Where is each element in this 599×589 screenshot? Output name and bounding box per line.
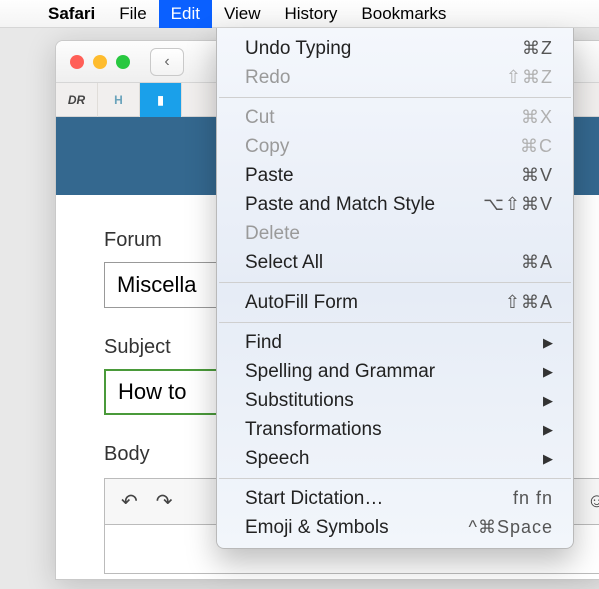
menu-item-shortcut: ⇧⌘Z (506, 67, 553, 88)
menu-item-shortcut: fn fn (513, 488, 553, 509)
menu-separator (219, 478, 571, 479)
menu-item-shortcut: ^⌘Space (469, 517, 553, 538)
minimize-button[interactable] (93, 55, 107, 69)
maximize-button[interactable] (116, 55, 130, 69)
menu-item-label: Spelling and Grammar (245, 361, 435, 383)
menu-item-transformations[interactable]: Transformations ▶ (217, 415, 573, 444)
undo-icon[interactable]: ↶ (121, 489, 138, 514)
menu-item-label: Delete (245, 223, 300, 245)
menu-item-label: AutoFill Form (245, 292, 358, 314)
menu-item-label: Start Dictation… (245, 488, 383, 510)
menu-item-label: Transformations (245, 419, 382, 441)
menubar-item-file[interactable]: File (107, 0, 158, 28)
menu-item-shortcut: ⌘V (521, 165, 553, 186)
menu-item-label: Find (245, 332, 282, 354)
menu-item-redo: Redo ⇧⌘Z (217, 63, 573, 92)
redo-icon[interactable]: ↷ (156, 489, 173, 514)
menubar-app-name[interactable]: Safari (36, 0, 107, 28)
menu-item-autofill-form[interactable]: AutoFill Form ⇧⌘A (217, 288, 573, 317)
menu-item-find[interactable]: Find ▶ (217, 328, 573, 357)
menu-item-copy: Copy ⌘C (217, 132, 573, 161)
favorite-item-1[interactable]: DR (56, 83, 98, 117)
menu-item-speech[interactable]: Speech ▶ (217, 444, 573, 473)
menubar-item-view[interactable]: View (212, 0, 273, 28)
menu-item-emoji-symbols[interactable]: Emoji & Symbols ^⌘Space (217, 513, 573, 542)
menu-item-paste[interactable]: Paste ⌘V (217, 161, 573, 190)
favorite-item-3[interactable]: ▮ (140, 83, 182, 117)
menu-item-label: Emoji & Symbols (245, 517, 389, 539)
menu-item-label: Redo (245, 67, 290, 89)
menu-item-shortcut: ⌘Z (522, 38, 553, 59)
menu-item-paste-match-style[interactable]: Paste and Match Style ⌥⇧⌘V (217, 190, 573, 219)
menu-item-label: Copy (245, 136, 289, 158)
menu-item-undo-typing[interactable]: Undo Typing ⌘Z (217, 34, 573, 63)
menu-item-label: Cut (245, 107, 275, 129)
close-button[interactable] (70, 55, 84, 69)
menu-separator (219, 282, 571, 283)
menubar-item-bookmarks[interactable]: Bookmarks (349, 0, 458, 28)
submenu-arrow-icon: ▶ (543, 451, 553, 467)
menu-item-label: Speech (245, 448, 309, 470)
menu-item-spelling-grammar[interactable]: Spelling and Grammar ▶ (217, 357, 573, 386)
menu-item-cut: Cut ⌘X (217, 103, 573, 132)
window-controls (70, 55, 130, 69)
menu-item-shortcut: ⌘X (521, 107, 553, 128)
emoji-icon[interactable]: ☺ (587, 490, 599, 513)
menu-separator (219, 97, 571, 98)
menu-separator (219, 322, 571, 323)
menu-item-label: Undo Typing (245, 38, 351, 60)
menu-item-substitutions[interactable]: Substitutions ▶ (217, 386, 573, 415)
chevron-left-icon: ‹ (164, 53, 169, 71)
menubar-item-edit[interactable]: Edit (159, 0, 212, 28)
subject-input[interactable] (104, 369, 224, 415)
submenu-arrow-icon: ▶ (543, 393, 553, 409)
menubar-item-history[interactable]: History (273, 0, 350, 28)
submenu-arrow-icon: ▶ (543, 422, 553, 438)
edit-menu-dropdown: Undo Typing ⌘Z Redo ⇧⌘Z Cut ⌘X Copy ⌘C P… (216, 28, 574, 549)
menu-item-select-all[interactable]: Select All ⌘A (217, 248, 573, 277)
menu-item-delete: Delete (217, 219, 573, 248)
menu-item-label: Select All (245, 252, 323, 274)
submenu-arrow-icon: ▶ (543, 335, 553, 351)
back-button[interactable]: ‹ (150, 48, 184, 76)
menu-item-shortcut: ⌘A (521, 252, 553, 273)
menu-item-label: Paste (245, 165, 294, 187)
menu-item-label: Substitutions (245, 390, 354, 412)
menu-item-shortcut: ⇧⌘A (505, 292, 553, 313)
gift-icon: ▮ (157, 93, 164, 107)
system-menubar: Safari File Edit View History Bookmarks (0, 0, 599, 28)
forum-select[interactable] (104, 262, 224, 308)
menu-item-start-dictation[interactable]: Start Dictation… fn fn (217, 484, 573, 513)
menu-item-shortcut: ⌘C (520, 136, 553, 157)
submenu-arrow-icon: ▶ (543, 364, 553, 380)
menu-item-shortcut: ⌥⇧⌘V (483, 194, 553, 215)
menu-item-label: Paste and Match Style (245, 194, 435, 216)
favorite-item-2[interactable]: H (98, 83, 140, 117)
